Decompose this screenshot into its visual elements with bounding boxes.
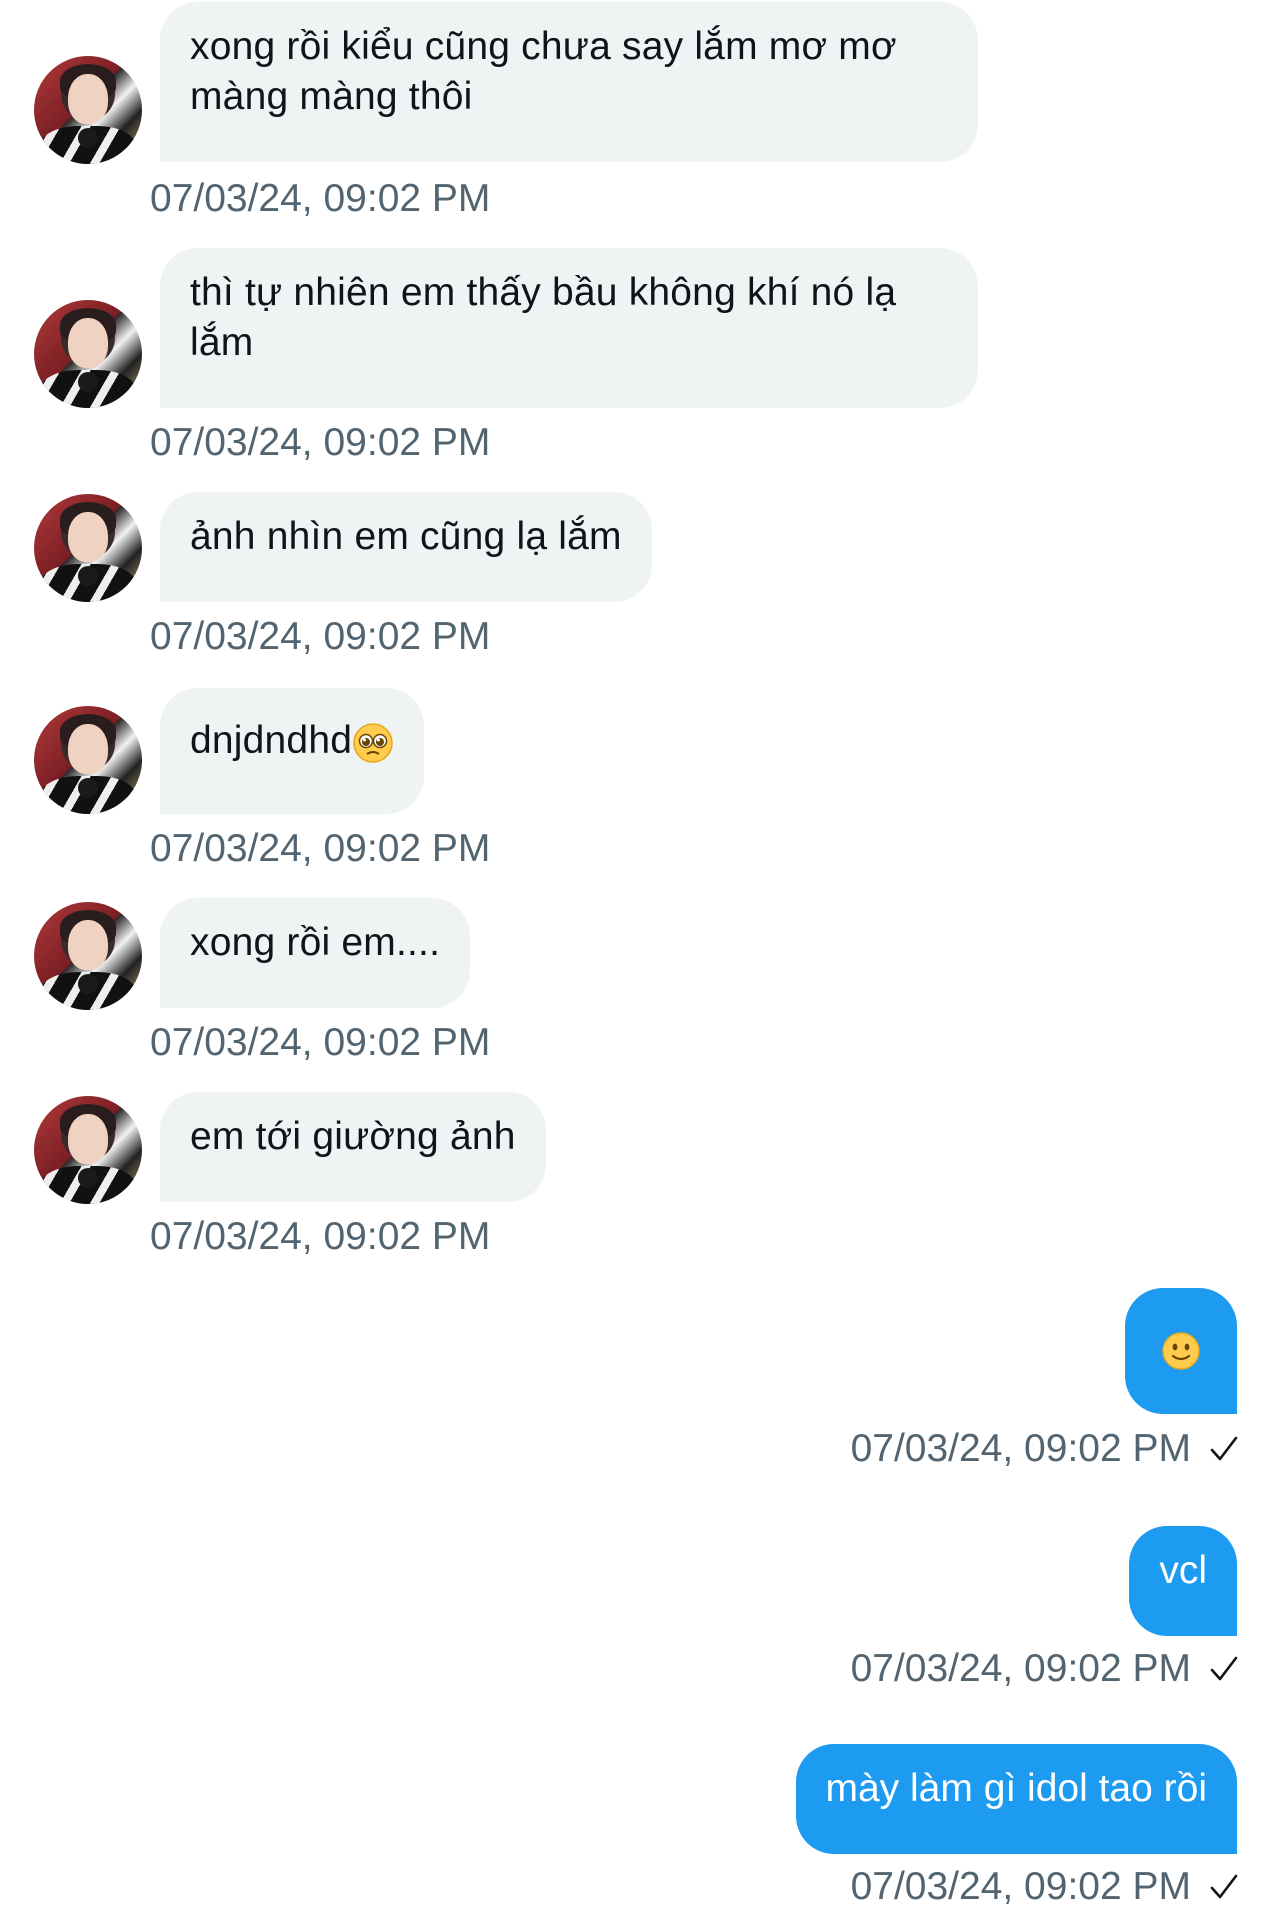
- outgoing-message-bubble[interactable]: mày làm gì idol tao rồi: [795, 1744, 1237, 1854]
- message-text: em tới giường ảnh: [190, 1115, 516, 1158]
- avatar[interactable]: [34, 300, 142, 408]
- check-icon: [1210, 1436, 1238, 1461]
- incoming-message-bubble[interactable]: xong rồi em....: [160, 898, 471, 1008]
- incoming-message-bubble[interactable]: xong rồi kiểu cũng chưa say lắm mơ mơ mà…: [160, 2, 978, 162]
- message-text: ảnh nhìn em cũng lạ lắm: [190, 515, 622, 558]
- message-timestamp: 07/03/24, 09:02 PM: [150, 827, 491, 870]
- message-timestamp: 07/03/24, 09:02 PM: [150, 1215, 491, 1258]
- outgoing-message-bubble[interactable]: [1125, 1288, 1237, 1414]
- avatar[interactable]: [34, 494, 142, 602]
- dm-conversation: xong rồi kiểu cũng chưa say lắm mơ mơ mà…: [0, 0, 1261, 1920]
- incoming-message-bubble[interactable]: em tới giường ảnh: [160, 1092, 546, 1202]
- outgoing-message-bubble[interactable]: vcl: [1129, 1526, 1237, 1636]
- avatar[interactable]: [34, 706, 142, 814]
- message-text: dnjdndhd: [190, 719, 353, 762]
- message-timestamp: 07/03/24, 09:02 PM: [150, 615, 491, 658]
- message-timestamp: 07/03/24, 09:02 PM: [850, 1427, 1191, 1470]
- message-text: xong rồi em....: [190, 921, 441, 964]
- check-icon: [1210, 1874, 1238, 1899]
- slightly-smiling-face-icon: [1162, 1332, 1200, 1370]
- message-timestamp: 07/03/24, 09:02 PM: [150, 421, 491, 464]
- message-text: mày làm gì idol tao rồi: [825, 1767, 1208, 1810]
- message-timestamp-row: 07/03/24, 09:02 PM: [851, 1644, 1239, 1694]
- message-timestamp: 07/03/24, 09:02 PM: [150, 177, 491, 220]
- avatar[interactable]: [34, 56, 142, 164]
- incoming-message-bubble[interactable]: dnjdndhd: [160, 688, 425, 814]
- check-icon: [1210, 1656, 1238, 1681]
- pleading-face-icon: [353, 722, 393, 763]
- message-timestamp: 07/03/24, 09:02 PM: [850, 1647, 1191, 1690]
- incoming-message-bubble[interactable]: thì tự nhiên em thấy bầu không khí nó lạ…: [160, 248, 978, 408]
- message-timestamp: 07/03/24, 09:02 PM: [850, 1865, 1191, 1908]
- message-text: vcl: [1159, 1549, 1207, 1592]
- message-text: xong rồi kiểu cũng chưa say lắm mơ mơ mà…: [190, 25, 897, 118]
- avatar[interactable]: [34, 1096, 142, 1204]
- message-timestamp-row: 07/03/24, 09:02 PM: [851, 1424, 1239, 1474]
- message-timestamp-row: 07/03/24, 09:02 PM: [851, 1862, 1239, 1912]
- incoming-message-bubble[interactable]: ảnh nhìn em cũng lạ lắm: [160, 492, 652, 602]
- message-timestamp: 07/03/24, 09:02 PM: [150, 1021, 491, 1064]
- avatar[interactable]: [34, 902, 142, 1010]
- message-text: thì tự nhiên em thấy bầu không khí nó lạ…: [190, 271, 897, 364]
